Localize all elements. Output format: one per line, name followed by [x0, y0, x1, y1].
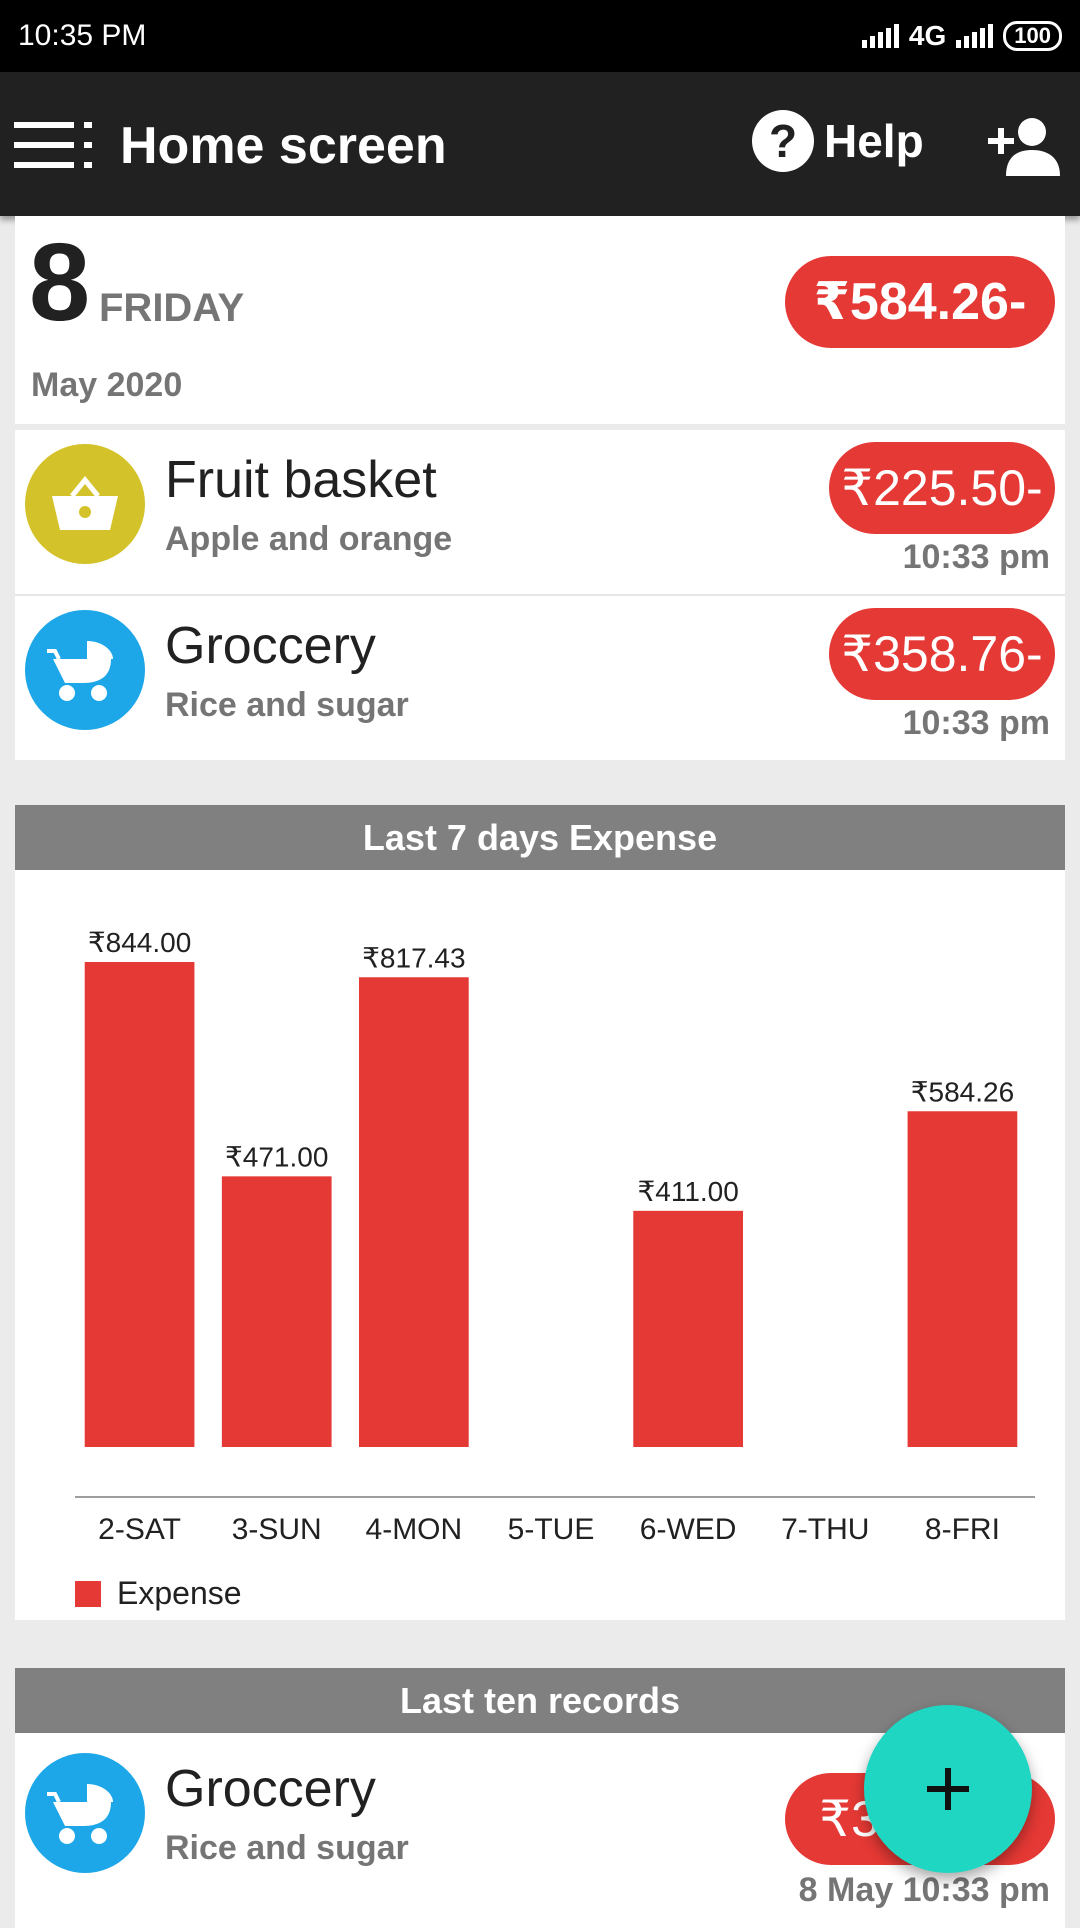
x-tick-label: 5-TUE — [508, 1513, 595, 1546]
record-subtitle: Rice and sugar — [165, 1829, 409, 1867]
battery-level: 100 — [1014, 23, 1051, 48]
record-title: Groccery — [165, 1760, 376, 1818]
menu-icon[interactable] — [14, 122, 96, 168]
chart-legend: Expense — [75, 1575, 242, 1612]
stroller-cart-icon — [25, 610, 145, 730]
bar-value-label: ₹411.00 — [637, 1176, 738, 1207]
basket-icon — [25, 444, 145, 564]
x-tick-label: 8-FRI — [925, 1513, 1000, 1546]
app-bar: Home screen ? Help — [0, 72, 1080, 216]
day-name: FRIDAY — [99, 286, 245, 330]
transaction-subtitle: Apple and orange — [165, 520, 453, 558]
transaction-title: Fruit basket — [165, 451, 437, 509]
transaction-item[interactable]: Fruit basket Apple and orange ₹225.50- 1… — [15, 430, 1065, 594]
bar-3-sun — [221, 1176, 332, 1447]
bar-value-label: ₹844.00 — [88, 927, 191, 958]
help-button[interactable]: ? Help — [752, 110, 924, 172]
day-number: 8 — [29, 221, 91, 344]
expense-bar-chart: ₹844.00 2-SAT ₹471.00 3-SUN ₹817.43 4-MON 5-TU… — [75, 927, 1035, 1546]
transaction-time: 10:33 pm — [902, 704, 1050, 742]
bar-2-sat — [84, 962, 195, 1447]
bar-value-label: ₹584.26 — [911, 1076, 1014, 1107]
bar-value-label: ₹471.00 — [225, 1141, 328, 1172]
signal-icon — [861, 24, 899, 48]
transaction-item[interactable]: Groccery Rice and sugar ₹358.76- 10:33 p… — [15, 596, 1065, 760]
help-icon: ? — [752, 110, 814, 172]
add-record-button[interactable] — [864, 1705, 1032, 1873]
record-time: 8 May 10:33 pm — [798, 1871, 1050, 1909]
expense-chart-card: Last 7 days Expense ₹844.00 2-SAT ₹471.00 3… — [15, 805, 1065, 1620]
legend-swatch — [75, 1580, 101, 1607]
chart-section-header: Last 7 days Expense — [15, 805, 1065, 870]
status-indicators: 4G 100 — [861, 20, 1062, 52]
month-year: May 2020 — [31, 366, 183, 404]
transaction-amount: ₹225.50- — [829, 442, 1055, 534]
x-tick-label: 3-SUN — [232, 1513, 322, 1546]
page-title: Home screen — [120, 117, 447, 175]
help-label: Help — [824, 115, 924, 167]
x-tick-label: 4-MON — [366, 1513, 463, 1546]
bar-value-label: ₹817.43 — [362, 942, 465, 973]
day-summary-card[interactable]: 8 FRIDAY May 2020 ₹584.26- — [15, 216, 1065, 424]
plus-icon — [927, 1768, 969, 1810]
status-time: 10:35 PM — [18, 19, 147, 52]
x-tick-label: 2-SAT — [98, 1513, 181, 1546]
transaction-amount: ₹358.76- — [829, 608, 1055, 700]
x-tick-label: 7-THU — [781, 1513, 869, 1546]
signal-icon-2 — [956, 24, 994, 48]
battery-icon: 100 — [1003, 21, 1062, 51]
transaction-time: 10:33 pm — [902, 538, 1050, 576]
stroller-cart-icon — [25, 1753, 145, 1873]
status-bar: 10:35 PM 4G 100 — [0, 0, 1080, 72]
bar-4-mon — [359, 977, 469, 1447]
legend-label: Expense — [117, 1575, 242, 1611]
bar-8-fri — [907, 1111, 1018, 1447]
transaction-subtitle: Rice and sugar — [165, 686, 409, 724]
transaction-title: Groccery — [165, 617, 376, 675]
network-type: 4G — [908, 20, 947, 51]
day-total-badge: ₹584.26- — [785, 256, 1055, 348]
add-user-icon[interactable] — [988, 116, 1062, 176]
x-tick-label: 6-WED — [640, 1513, 737, 1546]
bar-6-wed — [633, 1210, 743, 1447]
